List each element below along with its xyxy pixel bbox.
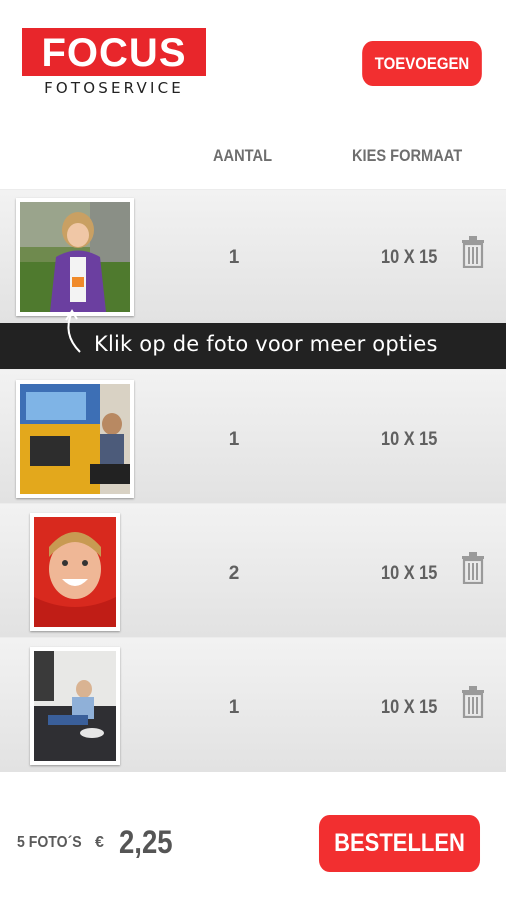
photo-row: 1 10 X 15: [0, 189, 506, 323]
quantity-value[interactable]: 1: [226, 429, 242, 451]
photo-thumbnail[interactable]: [16, 198, 134, 316]
tooltip-text: Klik op de foto voor meer opties: [94, 332, 438, 356]
photo-child-face-image: [34, 517, 116, 627]
add-photo-button[interactable]: TOEVOEGEN: [362, 41, 482, 86]
trash-icon[interactable]: [461, 236, 485, 268]
photo-arcade-image: [20, 384, 130, 494]
format-value[interactable]: 10 X 15: [381, 563, 437, 585]
photo-row: 1 10 X 15: [0, 369, 506, 503]
focus-logo: FOCUS FOTOSERVICE: [22, 28, 206, 100]
curved-arrow-icon: [65, 309, 81, 353]
quantity-value[interactable]: 1: [226, 697, 242, 719]
photo-thumbnail[interactable]: [16, 380, 134, 498]
format-value[interactable]: 10 X 15: [381, 247, 437, 269]
column-header-format: KIES FORMAAT: [352, 146, 463, 165]
photo-row: 1 10 X 15: [0, 637, 506, 772]
photo-row: 2 10 X 15: [0, 503, 506, 637]
format-value[interactable]: 10 X 15: [381, 429, 437, 451]
trash-icon[interactable]: [461, 552, 485, 584]
photo-thumbnail[interactable]: [30, 513, 120, 631]
app-header: FOCUS FOTOSERVICE TOEVOEGEN: [0, 0, 506, 120]
photo-thumbnail[interactable]: [30, 647, 120, 765]
trash-icon[interactable]: [461, 686, 485, 718]
column-header-quantity: AANTAL: [213, 146, 273, 165]
order-button[interactable]: BESTELLEN: [318, 815, 481, 872]
currency-symbol: €: [95, 834, 104, 851]
photo-count: 5 FOTO´S: [17, 834, 82, 851]
format-value[interactable]: 10 X 15: [381, 697, 437, 719]
total-price: 2,25: [119, 824, 173, 860]
photo-girl-image: [20, 202, 130, 312]
logo-main-text: FOCUS: [22, 28, 206, 76]
quantity-value[interactable]: 2: [226, 563, 242, 585]
logo-sub-text: FOTOSERVICE: [44, 79, 184, 97]
quantity-value[interactable]: 1: [226, 247, 242, 269]
photo-toddler-image: [34, 651, 116, 761]
